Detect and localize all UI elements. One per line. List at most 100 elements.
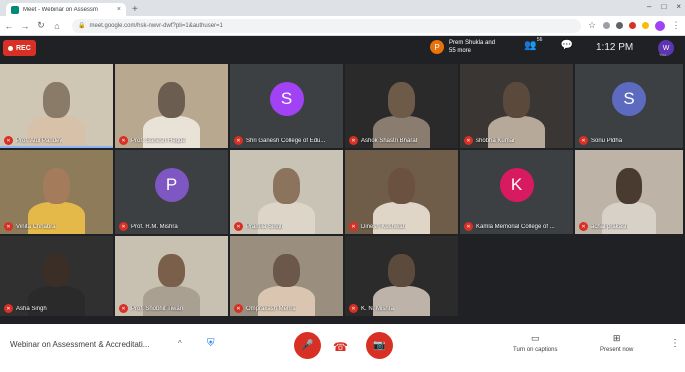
participant-tile[interactable]: ✕ Omprakash Mehra (230, 236, 343, 316)
browser-tabstrip: Meet - Webinar on Assessm × + – □ × (0, 0, 685, 16)
chat-icon[interactable]: 💬 (560, 40, 572, 51)
mic-off-button[interactable]: 🎤 (294, 332, 321, 359)
participant-name: Vinita Chhabra (16, 223, 56, 230)
participant-name: achal prakash (591, 223, 629, 230)
participant-name-tag: ✕ achal prakash (579, 222, 628, 231)
mic-muted-icon: ✕ (4, 304, 13, 313)
participant-name: Asha Singh (16, 305, 47, 312)
reload-icon[interactable]: ↻ (36, 20, 46, 31)
url-text: meet.google.com/hsk-nwvr-dwf?pli=1&authu… (89, 22, 223, 29)
forward-icon[interactable]: → (20, 21, 30, 31)
participant-avatar: S (612, 82, 646, 116)
mic-muted-icon: ✕ (119, 136, 128, 145)
mic-muted-icon: ✕ (4, 136, 13, 145)
participant-name-tag: ✕ shobha Kumar (464, 136, 515, 145)
meet-favicon-icon (11, 5, 19, 14)
tab-title: Meet - Webinar on Assessm (23, 6, 98, 13)
participant-name: Prof. R.M. Mishra (131, 223, 178, 230)
participant-name: Shri Ganesh College of Edu... (246, 137, 326, 144)
participant-name: Ashok Shastri Bharat (361, 137, 418, 144)
mic-muted-icon: ✕ (119, 222, 128, 231)
participant-avatar: P (154, 168, 189, 202)
chevron-up-icon[interactable]: ^ (178, 339, 182, 348)
participant-tile[interactable]: ✕ Pramila Singh (230, 150, 343, 234)
present-now-button[interactable]: ⊞ Present now (600, 333, 633, 353)
profile-avatar[interactable] (655, 20, 665, 31)
people-icon[interactable]: 👥 56 (524, 37, 542, 51)
camera-off-button[interactable]: 📷 (366, 332, 393, 359)
home-icon[interactable]: ⌂ (52, 21, 62, 31)
participant-name: Kamla Memorial College of ... (476, 223, 555, 230)
participant-name-tag: ✕ Shri Ganesh College of Edu... (234, 136, 325, 145)
participant-name: Omprakash Mehra (246, 305, 296, 312)
participant-grid: ✕ Prof. Atul Pandey ✕ Prof. Ganesh Hegde S ✕ S… (0, 64, 685, 318)
captions-button[interactable]: ▭ Turn on captions (513, 333, 557, 353)
participant-tile[interactable]: S ✕ Shri Ganesh College of Edu... (230, 64, 343, 148)
meet-window: Meet - Webinar on Assessm × + – □ × ← → … (0, 0, 685, 372)
participant-tile[interactable]: ✕ Prof. Shobhit Tiwari (115, 236, 228, 316)
participant-name-tag: ✕ Prof. Atul Pandey (4, 136, 62, 145)
participant-tile[interactable]: P ✕ Prof. R.M. Mishra (115, 150, 228, 234)
participant-tile[interactable]: S ✕ Sonu Pldha (575, 64, 683, 148)
participant-count: 56 (536, 37, 543, 43)
participant-tile[interactable]: ✕ Ashok Shastri Bharat (345, 64, 458, 148)
meet-top-bar: REC P Prem Shukla and 55 more 👥 56 💬 1:12… (0, 37, 685, 59)
participant-tile[interactable]: ✕ shobha Kumar (460, 64, 573, 148)
participant-tile[interactable]: ✕ Prof. Atul Pandey (0, 64, 113, 148)
close-tab-icon[interactable]: × (117, 6, 121, 13)
participant-name-tag: ✕ Omprakash Mehra (234, 304, 296, 313)
mic-muted-icon: ✕ (349, 222, 358, 231)
mic-muted-icon: ✕ (4, 222, 13, 231)
bookmark-star-icon[interactable]: ☆ (587, 20, 597, 31)
present-label: Present now (600, 347, 634, 353)
presenter-text: Prem Shukla and 55 more (449, 40, 496, 54)
back-icon[interactable]: ← (4, 21, 14, 31)
hang-up-button[interactable]: ☎ (333, 340, 348, 354)
extension-icon[interactable] (603, 22, 610, 29)
participant-tile[interactable]: ✕ Prof. Ganesh Hegde (115, 64, 228, 148)
participant-name-tag: ✕ Prof. R.M. Mishra (119, 222, 178, 231)
presenter-avatar: P (430, 40, 444, 54)
close-window-button[interactable]: × (676, 2, 681, 11)
participant-name-tag: ✕ Sonu Pldha (579, 136, 622, 145)
minimize-button[interactable]: – (647, 2, 651, 11)
participant-name: K. N. Mishra (361, 305, 395, 312)
recording-badge: REC (3, 40, 36, 56)
captions-label: Turn on captions (513, 347, 558, 353)
browser-toolbar: ← → ↻ ⌂ 🔒 meet.google.com/hsk-nwvr-dwf?p… (0, 16, 685, 36)
recording-dot-icon (8, 45, 13, 51)
participant-tile[interactable]: ✕ K. N. Mishra (345, 236, 458, 316)
participant-tile[interactable]: ✕ achal prakash (575, 150, 683, 234)
participant-name-tag: ✕ Prof. Shobhit Tiwari (119, 304, 183, 313)
participant-name-tag: ✕ Ashok Shastri Bharat (349, 136, 417, 145)
participant-tile[interactable]: K ✕ Kamla Memorial College of ... (460, 150, 573, 234)
extension-icons: ☆ ⋮ (587, 20, 681, 31)
participant-name: Pramila Singh (246, 223, 284, 230)
participant-name: shobha Kumar (476, 137, 516, 144)
browser-tab[interactable]: Meet - Webinar on Assessm × (6, 3, 126, 16)
participant-name-tag: ✕ K. N. Mishra (349, 304, 394, 313)
shield-icon[interactable]: ⛨ (207, 338, 215, 349)
mic-muted-icon: ✕ (464, 222, 473, 231)
extension-icon[interactable] (642, 22, 649, 29)
maximize-button[interactable]: □ (661, 2, 666, 11)
extension-icon[interactable] (616, 22, 623, 29)
participant-name: Prof. Ganesh Hegde (131, 137, 186, 144)
new-tab-button[interactable]: + (132, 3, 138, 16)
participant-tile[interactable]: ✕ Dinesh Kushwah (345, 150, 458, 234)
extension-icon[interactable] (629, 22, 636, 29)
participant-name: Prof. Shobhit Tiwari (131, 305, 184, 312)
present-icon: ⊞ (612, 333, 621, 343)
participant-name: Prof. Atul Pandey (16, 137, 63, 144)
participant-tile[interactable]: ✕ Asha Singh (0, 236, 113, 316)
more-options-icon[interactable]: ⋮ (670, 338, 680, 349)
participant-name: Dinesh Kushwah (361, 223, 407, 230)
participant-tile[interactable]: ✕ Vinita Chhabra (0, 150, 113, 234)
mic-muted-icon: ✕ (349, 136, 358, 145)
presenter-indicator[interactable]: P Prem Shukla and 55 more (430, 39, 501, 55)
mic-muted-icon: ✕ (234, 222, 243, 231)
address-bar[interactable]: 🔒 meet.google.com/hsk-nwvr-dwf?pli=1&aut… (72, 18, 581, 33)
browser-menu-icon[interactable]: ⋮ (671, 20, 681, 31)
meeting-title[interactable]: Webinar on Assessment & Accreditati... (10, 340, 149, 349)
recording-label: REC (16, 44, 31, 52)
